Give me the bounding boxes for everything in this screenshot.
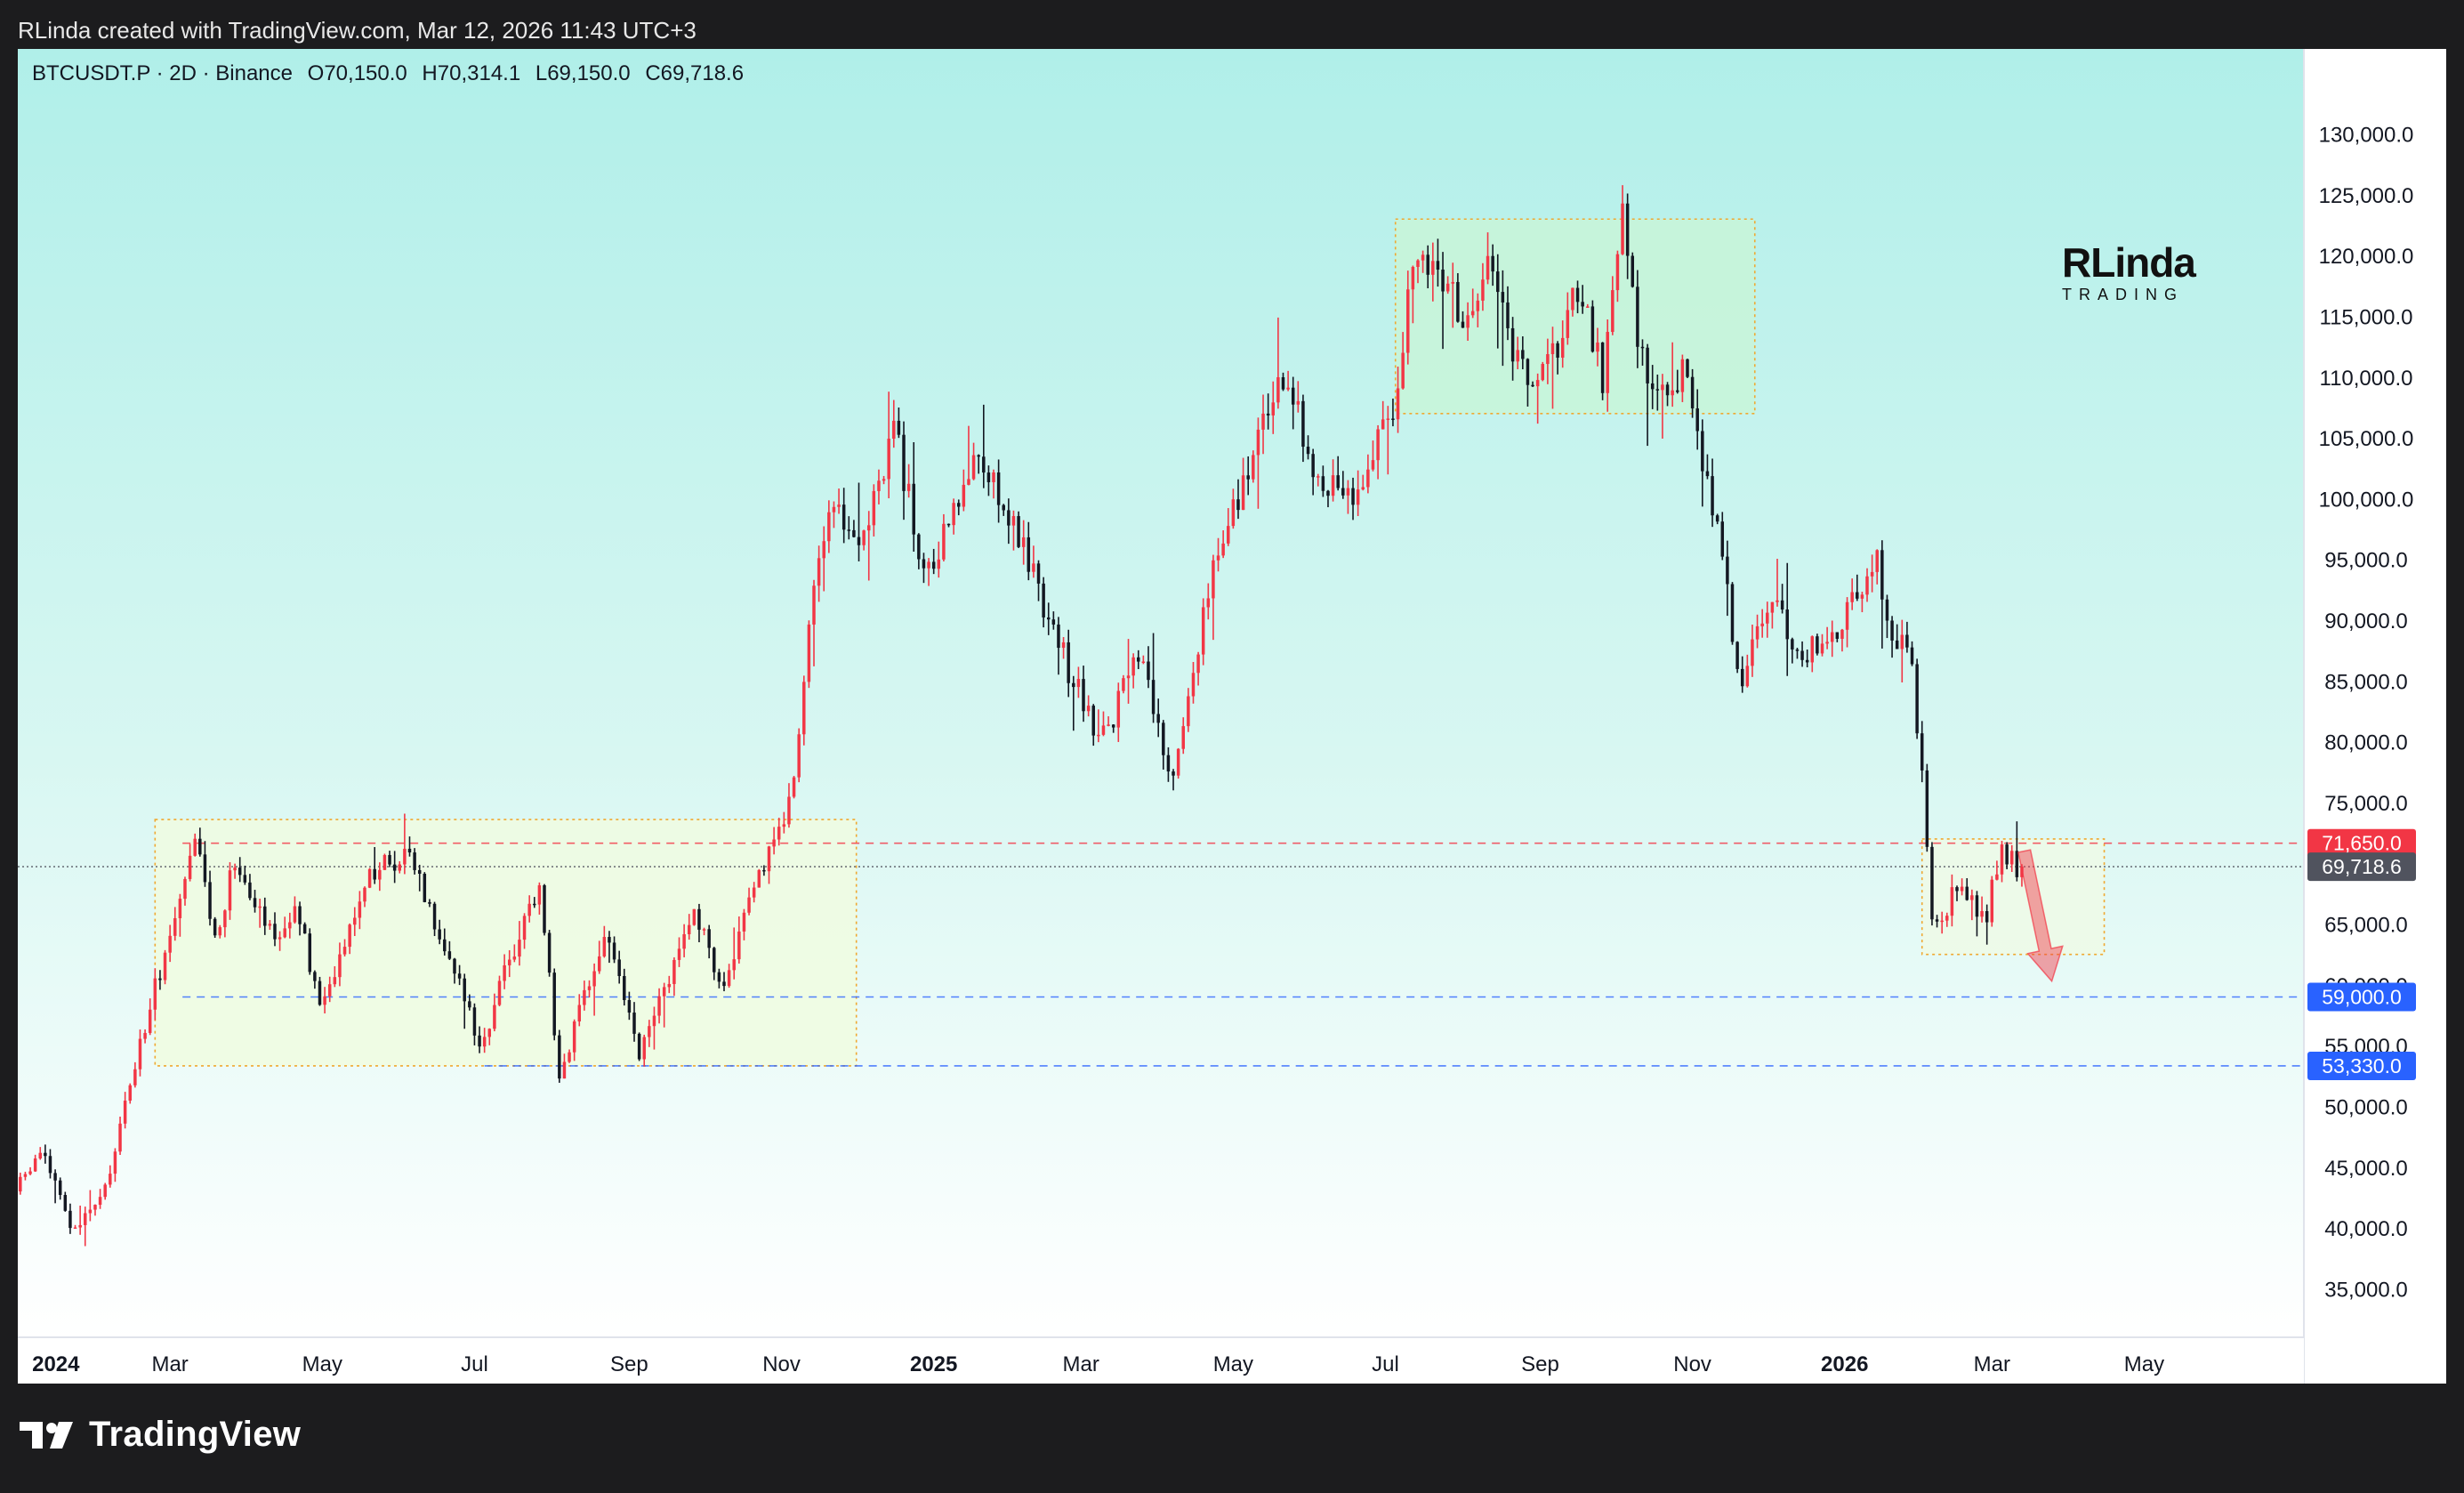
y-tick-label: 125,000.0 bbox=[2319, 184, 2414, 208]
x-tick-label: May bbox=[2124, 1352, 2164, 1376]
candle[interactable] bbox=[637, 1032, 641, 1061]
tradingview-footer: TradingView bbox=[20, 1415, 301, 1455]
candle[interactable] bbox=[1735, 641, 1739, 674]
y-tick-label: 80,000.0 bbox=[2324, 731, 2407, 755]
candle[interactable] bbox=[552, 968, 556, 1041]
chart-background bbox=[18, 49, 2304, 1337]
y-tick-label: 100,000.0 bbox=[2319, 488, 2414, 512]
y-tick-label: 75,000.0 bbox=[2324, 792, 2407, 816]
tradingview-logo-icon bbox=[20, 1421, 73, 1449]
candle[interactable] bbox=[1631, 252, 1635, 288]
x-tick-label: Mar bbox=[151, 1352, 188, 1376]
x-tick-label: May bbox=[1213, 1352, 1253, 1376]
high-value: H70,314.1 bbox=[422, 61, 521, 85]
x-tick-label: Nov bbox=[1673, 1352, 1711, 1376]
x-tick-label: Jul bbox=[461, 1352, 488, 1376]
price-level-label: 69,718.6 bbox=[2322, 855, 2402, 878]
candle[interactable] bbox=[163, 949, 167, 985]
watermark-sub: TRADING bbox=[2062, 286, 2184, 303]
y-tick-label: 115,000.0 bbox=[2320, 306, 2413, 330]
x-tick-label: Jul bbox=[1372, 1352, 1399, 1376]
y-tick-label: 45,000.0 bbox=[2324, 1157, 2407, 1181]
x-tick-label: 2024 bbox=[32, 1352, 80, 1376]
candle[interactable] bbox=[1590, 300, 1595, 353]
chart-panel[interactable]: 35,000.0 40,000.0 45,000.0 50,000.0 55,000.0… bbox=[18, 49, 2446, 1384]
symbol-legend: BTCUSDT.P · 2D · Binance O70,150.0 H70,3… bbox=[32, 61, 753, 86]
open-value: O70,150.0 bbox=[307, 61, 407, 85]
price-level-label: 59,000.0 bbox=[2322, 986, 2402, 1009]
candle[interactable] bbox=[1730, 582, 1735, 645]
rlinda-watermark-logo: RLinda TRADING bbox=[2055, 236, 2215, 311]
x-tick-label: Nov bbox=[762, 1352, 801, 1376]
y-tick-label: 130,000.0 bbox=[2319, 124, 2414, 148]
candle[interactable] bbox=[692, 908, 697, 926]
candle[interactable] bbox=[807, 620, 811, 689]
consolidation-zone[interactable] bbox=[154, 819, 858, 1067]
candle[interactable] bbox=[543, 884, 546, 936]
candle[interactable] bbox=[1541, 361, 1545, 382]
y-tick-label: 90,000.0 bbox=[2324, 609, 2407, 634]
y-tick-label: 105,000.0 bbox=[2319, 427, 2414, 451]
x-tick-label: Mar bbox=[1063, 1352, 1099, 1376]
candle[interactable] bbox=[558, 1029, 561, 1083]
watermark-brand: RLinda bbox=[2062, 239, 2196, 286]
candle[interactable] bbox=[547, 930, 552, 977]
consolidation-zone[interactable] bbox=[1394, 218, 1756, 415]
candle[interactable] bbox=[1915, 658, 1919, 739]
candle[interactable] bbox=[1925, 763, 1929, 852]
y-tick-label: 120,000.0 bbox=[2319, 245, 2414, 269]
y-tick-label: 95,000.0 bbox=[2324, 549, 2407, 573]
candle[interactable] bbox=[1816, 634, 1819, 656]
symbol-name[interactable]: BTCUSDT.P · 2D · Binance bbox=[32, 61, 293, 85]
low-value: L69,150.0 bbox=[535, 61, 631, 85]
candle[interactable] bbox=[1252, 450, 1255, 483]
y-tick-label: 110,000.0 bbox=[2320, 367, 2413, 391]
y-tick-label: 50,000.0 bbox=[2324, 1095, 2407, 1119]
candle[interactable] bbox=[382, 853, 387, 870]
candle[interactable] bbox=[308, 928, 312, 975]
time-axis-area bbox=[18, 1337, 2304, 1384]
close-value: C69,718.6 bbox=[645, 61, 745, 85]
candle[interactable] bbox=[1017, 511, 1020, 549]
candle[interactable] bbox=[367, 868, 372, 889]
x-tick-label: May bbox=[302, 1352, 342, 1376]
candle[interactable] bbox=[797, 728, 801, 783]
candle[interactable] bbox=[1176, 747, 1180, 779]
candle[interactable] bbox=[792, 775, 796, 799]
x-tick-label: Mar bbox=[1974, 1352, 2010, 1376]
y-tick-label: 35,000.0 bbox=[2324, 1278, 2407, 1302]
x-tick-label: Sep bbox=[610, 1352, 648, 1376]
candle[interactable] bbox=[1600, 342, 1605, 400]
tradingview-brand: TradingView bbox=[89, 1415, 302, 1454]
price-level-label: 53,330.0 bbox=[2322, 1054, 2402, 1077]
candle[interactable] bbox=[423, 872, 427, 903]
x-tick-label: 2026 bbox=[1821, 1352, 1868, 1376]
candle[interactable] bbox=[1930, 842, 1934, 926]
y-tick-label: 85,000.0 bbox=[2324, 670, 2407, 694]
candle[interactable] bbox=[128, 1083, 132, 1104]
candle[interactable] bbox=[757, 868, 761, 888]
candle[interactable] bbox=[1990, 876, 1994, 927]
attribution-header: RLinda created with TradingView.com, Mar… bbox=[18, 17, 697, 44]
price-level-label: 71,650.0 bbox=[2322, 832, 2402, 855]
candle[interactable] bbox=[213, 916, 217, 939]
candle[interactable] bbox=[318, 976, 322, 1006]
y-tick-label: 65,000.0 bbox=[2324, 914, 2407, 938]
x-tick-label: Sep bbox=[1521, 1352, 1559, 1376]
y-tick-label: 40,000.0 bbox=[2324, 1217, 2407, 1241]
candle[interactable] bbox=[1686, 359, 1689, 378]
x-tick-label: 2025 bbox=[910, 1352, 957, 1376]
